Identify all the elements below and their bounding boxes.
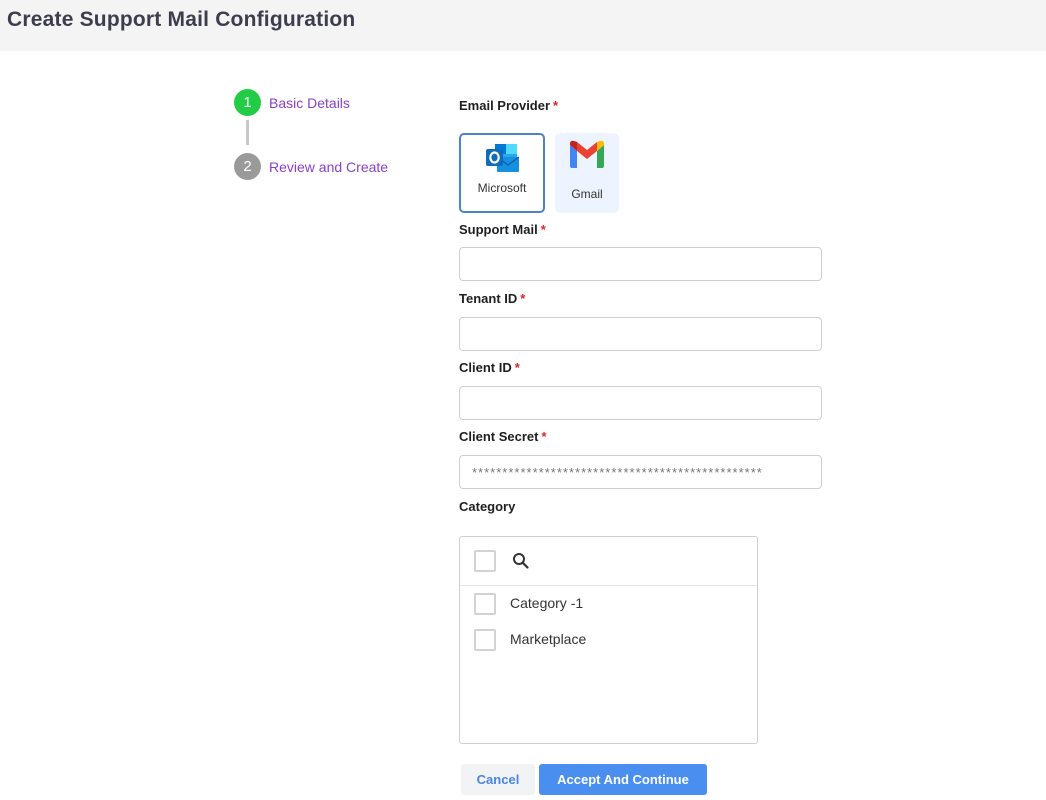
category-checkbox[interactable] — [474, 629, 496, 651]
provider-label: Microsoft — [477, 181, 527, 195]
step-label: Review and Create — [269, 158, 389, 175]
step-basic-details[interactable]: 1 Basic Details — [234, 89, 350, 116]
gmail-icon — [568, 139, 606, 174]
accept-and-continue-button[interactable]: Accept And Continue — [539, 764, 707, 795]
support-mail-label: Support Mail * — [459, 222, 546, 237]
category-option[interactable]: Category -1 — [460, 589, 757, 619]
category-checkbox[interactable] — [474, 593, 496, 615]
category-label: Category — [459, 499, 516, 514]
email-provider-label: Email Provider * — [459, 98, 559, 113]
client-id-label: Client ID * — [459, 360, 520, 375]
step-number-badge: 2 — [234, 153, 261, 180]
step-label: Basic Details — [269, 94, 350, 111]
select-all-checkbox[interactable] — [474, 550, 496, 572]
page-header: Create Support Mail Configuration — [0, 0, 1046, 51]
client-secret-label: Client Secret * — [459, 429, 547, 444]
provider-option-microsoft[interactable]: Microsoft — [459, 133, 545, 213]
cancel-button[interactable]: Cancel — [461, 764, 535, 795]
required-mark: * — [540, 222, 546, 237]
support-mail-input[interactable] — [459, 247, 822, 281]
required-mark: * — [514, 360, 520, 375]
step-connector — [246, 120, 249, 145]
category-option-label: Marketplace — [510, 631, 587, 647]
required-mark: * — [553, 98, 559, 113]
tenant-id-label: Tenant ID * — [459, 291, 526, 306]
step-number-badge: 1 — [234, 89, 261, 116]
category-option[interactable]: Marketplace — [460, 625, 757, 655]
category-multiselect: Category -1 Marketplace — [459, 536, 758, 744]
category-search-row — [460, 537, 757, 586]
required-mark: * — [541, 429, 547, 444]
client-id-input[interactable] — [459, 386, 822, 420]
page-title: Create Support Mail Configuration — [7, 8, 356, 31]
provider-label: Gmail — [571, 187, 603, 201]
client-secret-input[interactable] — [459, 455, 822, 489]
outlook-icon — [485, 143, 520, 178]
required-mark: * — [520, 291, 526, 306]
search-icon[interactable] — [512, 552, 530, 575]
provider-option-gmail[interactable]: Gmail — [555, 133, 619, 213]
step-review-and-create[interactable]: 2 Review and Create — [234, 153, 388, 180]
category-option-label: Category -1 — [510, 595, 584, 611]
tenant-id-input[interactable] — [459, 317, 822, 351]
